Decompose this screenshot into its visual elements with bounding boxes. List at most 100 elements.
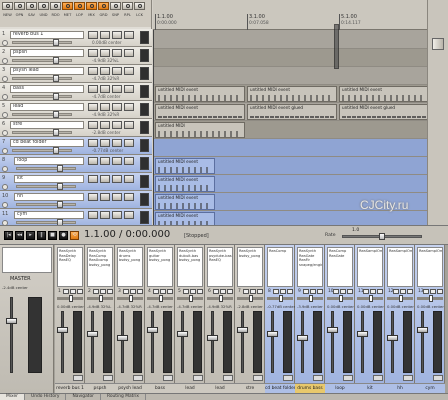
fx-chain-box[interactable]: ReaSynth ReaGate ReaFir snapeg/engine bbox=[297, 247, 323, 287]
record-arm-icon[interactable] bbox=[2, 58, 8, 64]
track-volume-slider[interactable] bbox=[16, 219, 76, 226]
repeat-button[interactable]: ⟲ bbox=[70, 231, 79, 240]
channel-io-button[interactable] bbox=[403, 375, 413, 381]
channel-io-button[interactable] bbox=[283, 375, 293, 381]
pan-slider[interactable] bbox=[177, 295, 203, 302]
track-name-field[interactable]: stre bbox=[10, 121, 84, 129]
track-m-button[interactable] bbox=[100, 67, 110, 75]
track-s-button[interactable] bbox=[112, 175, 122, 183]
track-name-field[interactable]: cd beat folder bbox=[10, 139, 84, 147]
playhead-marker[interactable] bbox=[334, 24, 339, 69]
track-header[interactable]: 8 loop bbox=[0, 155, 152, 173]
pan-knob[interactable] bbox=[309, 295, 313, 302]
pan-slider[interactable] bbox=[207, 295, 233, 302]
fx-chain-box[interactable]: ReaSynth ReaDelay ReaEQ bbox=[57, 247, 83, 287]
track-io-button[interactable] bbox=[124, 121, 134, 129]
channel-fader-cap[interactable] bbox=[57, 327, 68, 333]
pan-slider[interactable] bbox=[117, 295, 143, 302]
track-fx-button[interactable] bbox=[88, 121, 98, 129]
channel-fader-track[interactable] bbox=[151, 311, 154, 373]
channel-fader-track[interactable] bbox=[301, 311, 304, 373]
pan-knob[interactable] bbox=[189, 295, 193, 302]
mute-button[interactable] bbox=[333, 289, 339, 294]
track-volume-knob[interactable] bbox=[57, 165, 63, 172]
solo-button[interactable] bbox=[400, 289, 406, 294]
pan-slider[interactable] bbox=[417, 295, 443, 302]
channel-io-button[interactable] bbox=[313, 375, 323, 381]
pan-slider[interactable] bbox=[87, 295, 113, 302]
go-to-start-button[interactable]: |◂ bbox=[4, 231, 13, 240]
channel-io-button[interactable] bbox=[73, 375, 83, 381]
channel-fader-track[interactable] bbox=[181, 311, 184, 373]
track-name-field[interactable]: kit bbox=[14, 175, 84, 183]
track-volume-knob[interactable] bbox=[53, 57, 59, 64]
midi-item[interactable]: untitled MIDI event bbox=[339, 86, 427, 102]
zoom-thumb[interactable] bbox=[432, 38, 444, 50]
vertical-zoom-bar[interactable] bbox=[427, 0, 448, 225]
pan-slider[interactable] bbox=[147, 295, 173, 302]
track-volume-knob[interactable] bbox=[53, 129, 59, 136]
track-fx-button[interactable] bbox=[88, 193, 98, 201]
midi-item[interactable]: untitled MIDI event bbox=[155, 176, 215, 192]
track-io-button[interactable] bbox=[124, 175, 134, 183]
fx-chain-box[interactable]: ReaSynth dubuit-bas bsdsy_pong bbox=[177, 247, 203, 287]
metronome-button[interactable]: MET bbox=[62, 2, 73, 17]
fx-chain-box[interactable]: ReaSamplOmat bbox=[357, 247, 383, 287]
channel-fader-track[interactable] bbox=[391, 311, 394, 373]
track-name-field[interactable]: pspsh bbox=[10, 49, 84, 57]
phase-button[interactable] bbox=[287, 289, 293, 294]
pan-knob[interactable] bbox=[249, 295, 253, 302]
pan-slider[interactable] bbox=[297, 295, 323, 302]
track-header[interactable]: 10 hh bbox=[0, 191, 152, 209]
track-m-button[interactable] bbox=[100, 193, 110, 201]
track-m-button[interactable] bbox=[100, 175, 110, 183]
pan-knob[interactable] bbox=[339, 295, 343, 302]
track-volume-knob[interactable] bbox=[57, 201, 63, 208]
rate-slider-knob[interactable] bbox=[379, 233, 385, 240]
track-fx-button[interactable] bbox=[88, 49, 98, 57]
grid-button[interactable]: GRD bbox=[98, 2, 109, 17]
solo-button[interactable] bbox=[100, 289, 106, 294]
pan-knob[interactable] bbox=[399, 295, 403, 302]
track-m-button[interactable] bbox=[100, 31, 110, 39]
channel-fader-track[interactable] bbox=[361, 311, 364, 373]
fx-chain-box[interactable]: ReaComp ReaGate bbox=[327, 247, 353, 287]
record-arm-icon[interactable] bbox=[2, 112, 8, 118]
track-volume-slider[interactable] bbox=[12, 129, 72, 136]
channel-io-button[interactable] bbox=[253, 375, 263, 381]
track-s-button[interactable] bbox=[112, 85, 122, 93]
track-header[interactable]: 7 cd beat folder -0.77dB center bbox=[0, 137, 152, 155]
midi-item[interactable]: untitled MIDI event bbox=[155, 212, 215, 225]
fx-chain-box[interactable]: ReaSynth psyduke-bas ReaEQ bbox=[207, 247, 233, 287]
track-header[interactable]: 6 stre -2.8dB center bbox=[0, 119, 152, 137]
track-fx-button[interactable] bbox=[88, 31, 98, 39]
track-io-button[interactable] bbox=[124, 67, 134, 75]
midi-item[interactable]: untitled MIDI event bbox=[155, 158, 215, 174]
channel-io-button[interactable] bbox=[193, 375, 203, 381]
track-volume-slider[interactable] bbox=[12, 57, 72, 64]
channel-fader-track[interactable] bbox=[331, 311, 334, 373]
track-volume-knob[interactable] bbox=[53, 39, 59, 46]
fx-chain-box[interactable]: ReaComp bbox=[267, 247, 293, 287]
track-fx-button[interactable] bbox=[88, 175, 98, 183]
record-arm-icon[interactable] bbox=[2, 166, 8, 172]
record-arm-icon[interactable] bbox=[2, 148, 8, 154]
track-s-button[interactable] bbox=[112, 139, 122, 147]
pause-button[interactable]: ‖ bbox=[37, 231, 46, 240]
track-io-button[interactable] bbox=[124, 193, 134, 201]
channel-fader-cap[interactable] bbox=[117, 335, 128, 341]
channel-fader-cap[interactable] bbox=[357, 331, 368, 337]
phase-button[interactable] bbox=[257, 289, 263, 294]
track-io-button[interactable] bbox=[124, 85, 134, 93]
track-volume-knob[interactable] bbox=[57, 183, 63, 190]
track-io-button[interactable] bbox=[124, 139, 134, 147]
track-volume-knob[interactable] bbox=[53, 147, 59, 154]
pan-knob[interactable] bbox=[369, 295, 373, 302]
solo-button[interactable] bbox=[130, 289, 136, 294]
track-fx-button[interactable] bbox=[88, 211, 98, 219]
pan-knob[interactable] bbox=[69, 295, 73, 302]
master-fx-box[interactable] bbox=[2, 247, 52, 273]
solo-button[interactable] bbox=[160, 289, 166, 294]
midi-item[interactable]: untitled MIDI event glued bbox=[247, 104, 337, 120]
track-volume-slider[interactable] bbox=[12, 93, 72, 100]
